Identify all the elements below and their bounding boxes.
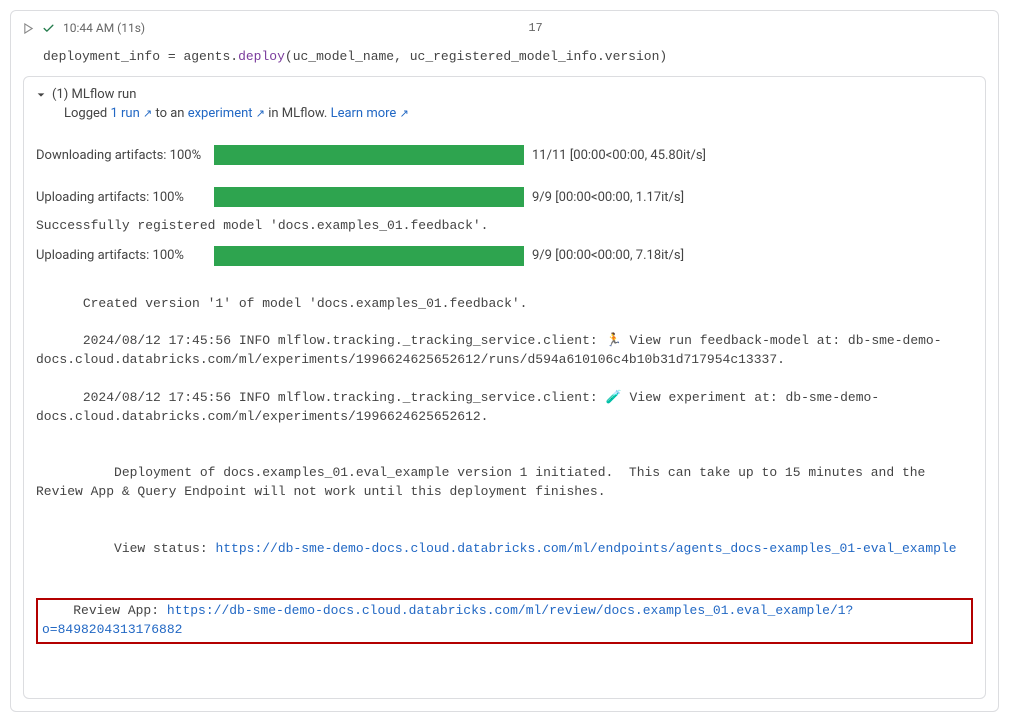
view-status-line: View status: https://db-sme-demo-docs.cl… xyxy=(83,541,957,556)
caret-down-icon xyxy=(36,90,46,100)
external-link-icon: ↗ xyxy=(143,107,152,120)
progress-info: 11/11 [00:00<00:00, 45.80it/s] xyxy=(532,148,706,163)
registered-model-message: Successfully registered model 'docs.exam… xyxy=(36,211,973,242)
mlflow-detail: Logged 1 run ↗ to an experiment ↗ in MLf… xyxy=(36,102,973,131)
external-link-icon: ↗ xyxy=(256,107,265,120)
progress-bar xyxy=(214,187,524,207)
log-line: 2024/08/12 17:45:56 INFO mlflow.tracking… xyxy=(36,333,942,367)
mlflow-run-link[interactable]: 1 run ↗ xyxy=(110,106,152,121)
check-icon xyxy=(42,22,55,35)
progress-info: 9/9 [00:00<00:00, 7.18it/s] xyxy=(532,248,684,263)
cell-number: 17 xyxy=(153,21,918,35)
progress-row-download: Downloading artifacts: 100% 11/11 [00:00… xyxy=(36,141,973,169)
log-line: 2024/08/12 17:45:56 INFO mlflow.tracking… xyxy=(36,390,879,424)
code-line[interactable]: deployment_info = agents.deploy(uc_model… xyxy=(23,45,986,76)
mlflow-run-title: (1) MLflow run xyxy=(52,87,136,102)
progress-bar xyxy=(214,145,524,165)
progress-row-upload: Uploading artifacts: 100% 9/9 [00:00<00:… xyxy=(36,183,973,211)
mlflow-run-toggle[interactable]: (1) MLflow run xyxy=(36,87,973,102)
progress-label: Uploading artifacts: 100% xyxy=(36,190,206,205)
progress-row-upload-2: Uploading artifacts: 100% 9/9 [00:00<00:… xyxy=(36,242,973,270)
log-line: Created version '1' of model 'docs.examp… xyxy=(83,296,528,311)
mlflow-experiment-link[interactable]: experiment ↗ xyxy=(188,106,265,121)
log-output: Created version '1' of model 'docs.examp… xyxy=(36,270,973,688)
progress-label: Downloading artifacts: 100% xyxy=(36,148,206,163)
progress-label: Uploading artifacts: 100% xyxy=(36,248,206,263)
deploy-message: Deployment of docs.examples_01.eval_exam… xyxy=(36,465,933,499)
notebook-cell: 10:44 AM (11s) 17 deployment_info = agen… xyxy=(10,10,999,712)
mlflow-learn-more-link[interactable]: Learn more ↗ xyxy=(331,106,409,121)
run-time: 10:44 AM (11s) xyxy=(63,21,145,35)
cell-header: 10:44 AM (11s) 17 xyxy=(23,21,986,35)
run-icon[interactable] xyxy=(23,23,34,34)
review-app-highlight: Review App: https://db-sme-demo-docs.clo… xyxy=(36,598,973,644)
cell-output: (1) MLflow run Logged 1 run ↗ to an expe… xyxy=(23,76,986,699)
progress-info: 9/9 [00:00<00:00, 1.17it/s] xyxy=(532,190,684,205)
view-status-link[interactable]: https://db-sme-demo-docs.cloud.databrick… xyxy=(215,541,956,556)
external-link-icon: ↗ xyxy=(400,107,409,120)
progress-bar xyxy=(214,246,524,266)
